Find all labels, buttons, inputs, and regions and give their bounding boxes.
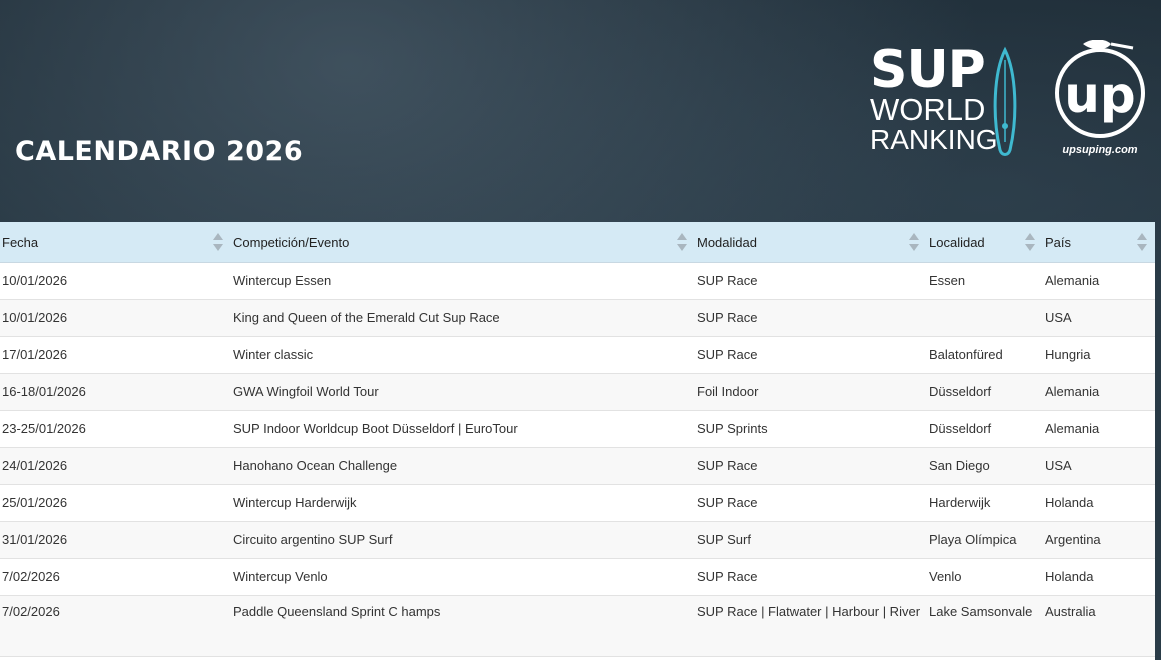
up-logo-url[interactable]: upsuping.com	[1050, 144, 1150, 156]
column-header-competicion[interactable]: Competición/Evento	[231, 222, 695, 263]
up-circle-icon: up	[1055, 40, 1145, 138]
cell-pais: Alemania	[1043, 262, 1155, 300]
sort-icon[interactable]	[1137, 232, 1147, 252]
cell-modalidad: SUP Race | Flatwater | Harbour | River	[695, 595, 927, 657]
table-row: 7/02/2026 Wintercup Venlo SUP Race Venlo…	[0, 558, 1155, 596]
sort-icon[interactable]	[1025, 232, 1035, 252]
cell-evento: Hanohano Ocean Challenge	[231, 447, 695, 485]
table-row: 31/01/2026 Circuito argentino SUP Surf S…	[0, 521, 1155, 559]
cell-fecha: 7/02/2026	[0, 558, 231, 596]
cell-modalidad: Foil Indoor	[695, 373, 927, 411]
cell-evento: Wintercup Essen	[231, 262, 695, 300]
cell-pais: USA	[1043, 299, 1155, 337]
cell-fecha: 23-25/01/2026	[0, 410, 231, 448]
cell-fecha: 24/01/2026	[0, 447, 231, 485]
column-header-label: Fecha	[2, 234, 39, 250]
cell-pais: USA	[1043, 447, 1155, 485]
column-header-label: Modalidad	[697, 234, 757, 250]
paddleboard-icon	[993, 46, 1017, 156]
calendar-table-container: Fecha Competición/Evento Modalidad Local…	[0, 222, 1155, 660]
cell-evento: King and Queen of the Emerald Cut Sup Ra…	[231, 299, 695, 337]
cell-localidad: Düsseldorf	[927, 410, 1043, 448]
table-row: 10/01/2026 King and Queen of the Emerald…	[0, 299, 1155, 337]
cell-localidad	[927, 299, 1043, 337]
cell-pais: Holanda	[1043, 484, 1155, 522]
cell-localidad: Playa Olímpica	[927, 521, 1043, 559]
cell-evento: SUP Indoor Worldcup Boot Düsseldorf | Eu…	[231, 410, 695, 448]
column-header-label: Competición/Evento	[233, 234, 350, 250]
sort-icon[interactable]	[677, 232, 687, 252]
cell-modalidad: SUP Race	[695, 447, 927, 485]
cell-pais: Argentina	[1043, 521, 1155, 559]
cell-evento: Paddle Queensland Sprint C hamps	[231, 595, 695, 657]
cell-fecha: 10/01/2026	[0, 299, 231, 337]
cell-fecha: 31/01/2026	[0, 521, 231, 559]
column-header-pais[interactable]: País	[1043, 222, 1155, 263]
table-row: 23-25/01/2026 SUP Indoor Worldcup Boot D…	[0, 410, 1155, 448]
table-row: 24/01/2026 Hanohano Ocean Challenge SUP …	[0, 447, 1155, 485]
logo-line-sup: SUP	[870, 40, 986, 100]
calendar-table: Fecha Competición/Evento Modalidad Local…	[0, 222, 1155, 657]
cell-pais: Alemania	[1043, 410, 1155, 448]
page-title: CALENDARIO 2026	[15, 136, 304, 167]
cell-localidad: Lake Samsonvale	[927, 595, 1043, 657]
cell-localidad: Balatonfüred	[927, 336, 1043, 374]
cell-modalidad: SUP Sprints	[695, 410, 927, 448]
up-logo-text: up	[1064, 66, 1135, 124]
column-header-label: Localidad	[929, 234, 985, 250]
column-header-localidad[interactable]: Localidad	[927, 222, 1043, 263]
logo-line-ranking: RANKING	[870, 124, 998, 155]
cell-modalidad: SUP Race	[695, 558, 927, 596]
cell-fecha: 16-18/01/2026	[0, 373, 231, 411]
cell-evento: GWA Wingfoil World Tour	[231, 373, 695, 411]
cell-modalidad: SUP Surf	[695, 521, 927, 559]
cell-evento: Wintercup Venlo	[231, 558, 695, 596]
cell-evento: Wintercup Harderwijk	[231, 484, 695, 522]
table-header-row: Fecha Competición/Evento Modalidad Local…	[0, 222, 1155, 263]
cell-fecha: 25/01/2026	[0, 484, 231, 522]
cell-localidad: San Diego	[927, 447, 1043, 485]
cell-modalidad: SUP Race	[695, 299, 927, 337]
cell-localidad: Venlo	[927, 558, 1043, 596]
cell-modalidad: SUP Race	[695, 484, 927, 522]
cell-localidad: Essen	[927, 262, 1043, 300]
upsuping-logo[interactable]: up upsuping.com	[1050, 34, 1150, 164]
column-header-modalidad[interactable]: Modalidad	[695, 222, 927, 263]
cell-localidad: Düsseldorf	[927, 373, 1043, 411]
cell-fecha: 17/01/2026	[0, 336, 231, 374]
logo-line-world: WORLD	[870, 92, 986, 127]
table-row: 16-18/01/2026 GWA Wingfoil World Tour Fo…	[0, 373, 1155, 411]
cell-modalidad: SUP Race	[695, 262, 927, 300]
sort-icon[interactable]	[213, 232, 223, 252]
table-row: 10/01/2026 Wintercup Essen SUP Race Esse…	[0, 262, 1155, 300]
cell-evento: Circuito argentino SUP Surf	[231, 521, 695, 559]
cell-fecha: 10/01/2026	[0, 262, 231, 300]
sort-icon[interactable]	[909, 232, 919, 252]
cell-fecha: 7/02/2026	[0, 595, 231, 657]
page-header: CALENDARIO 2026 SUP WORLD RANKING up ups…	[0, 0, 1161, 222]
table-row: 7/02/2026 Paddle Queensland Sprint C ham…	[0, 595, 1155, 657]
cell-pais: Holanda	[1043, 558, 1155, 596]
cell-pais: Alemania	[1043, 373, 1155, 411]
cell-pais: Australia	[1043, 595, 1155, 657]
sup-world-ranking-logo: SUP WORLD RANKING	[868, 44, 1028, 159]
cell-pais: Hungria	[1043, 336, 1155, 374]
table-row: 25/01/2026 Wintercup Harderwijk SUP Race…	[0, 484, 1155, 522]
cell-modalidad: SUP Race	[695, 336, 927, 374]
cell-evento: Winter classic	[231, 336, 695, 374]
table-row: 17/01/2026 Winter classic SUP Race Balat…	[0, 336, 1155, 374]
column-header-fecha[interactable]: Fecha	[0, 222, 231, 263]
cell-localidad: Harderwijk	[927, 484, 1043, 522]
column-header-label: País	[1045, 234, 1072, 250]
